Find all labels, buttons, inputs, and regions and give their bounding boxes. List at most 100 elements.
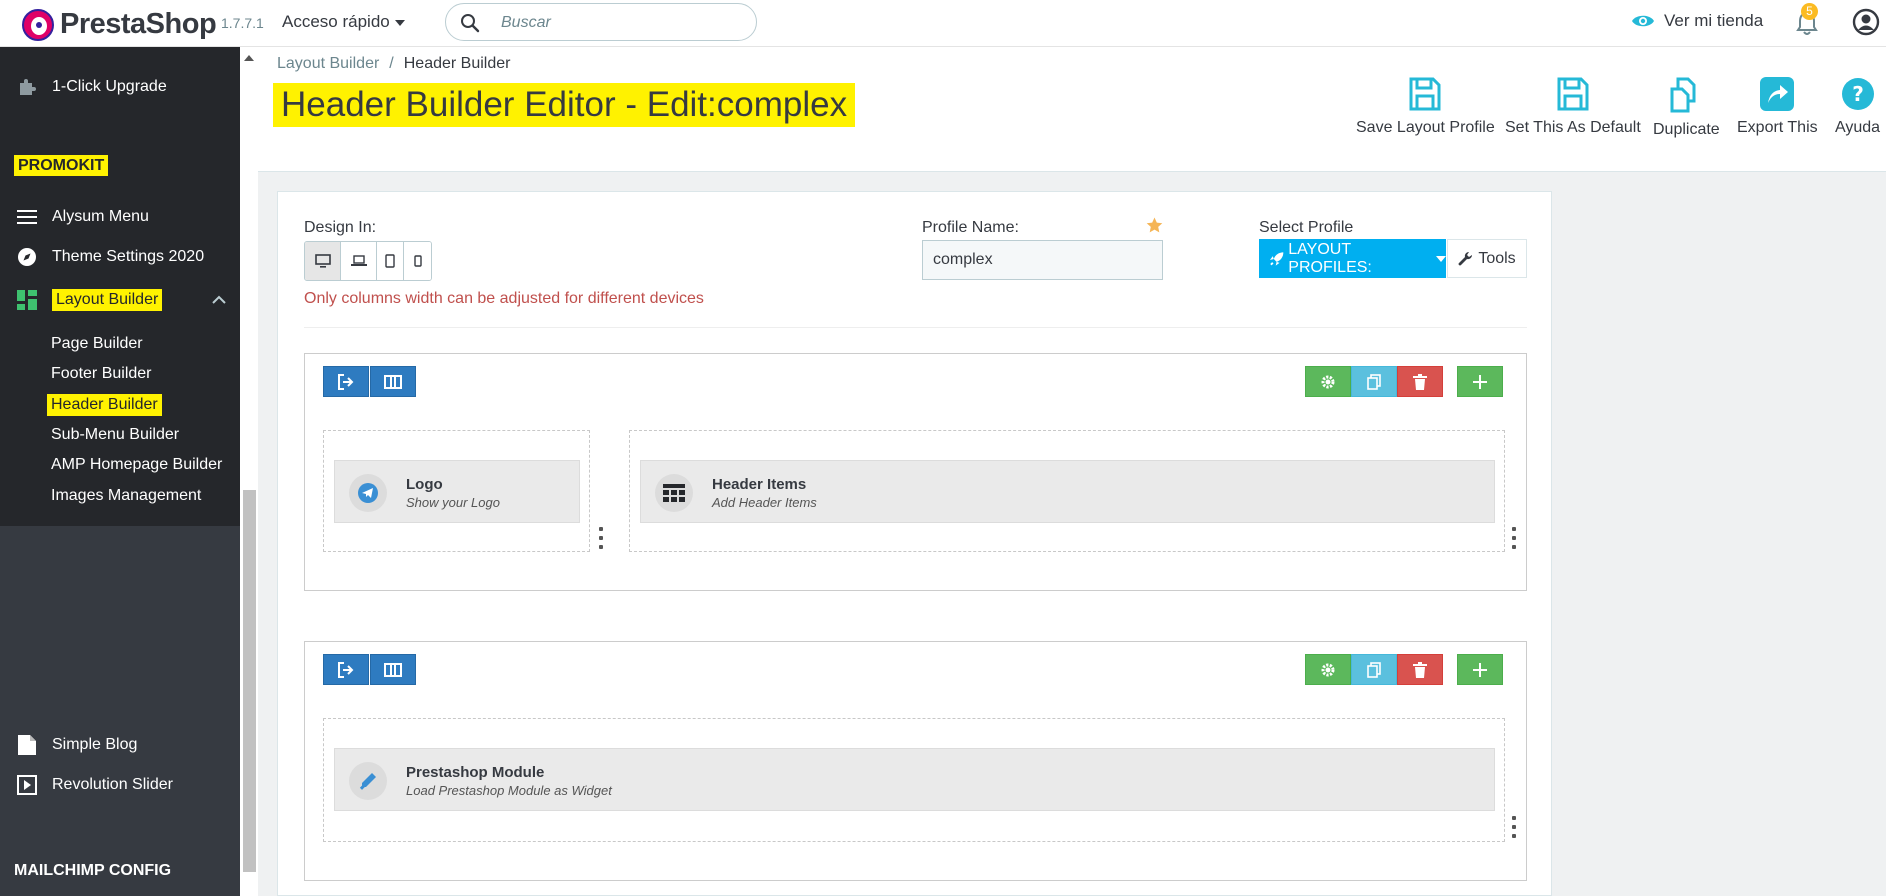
row-add-column-button[interactable] [1457,654,1503,685]
column-resize-handle[interactable] [599,527,603,549]
gear-icon [1321,663,1335,676]
help-button[interactable]: ? Ayuda [1835,77,1880,137]
account-icon[interactable] [1852,8,1880,36]
device-selector [304,241,432,281]
row-columns-button[interactable] [370,366,416,397]
widget-title: Logo [406,476,443,493]
section-promokit-label: PROMOKIT [14,155,109,176]
profile-name-input[interactable] [922,240,1163,280]
device-tablet-button[interactable] [377,242,404,280]
brand-name: PrestaShop [60,8,217,40]
tablet-icon [385,254,395,268]
section-promokit: PROMOKIT [0,155,240,176]
sidebar-item-label: Alysum Menu [52,208,149,225]
chevron-up-icon[interactable] [212,295,226,304]
sign-out-icon [338,661,354,678]
scrollbar-thumb[interactable] [243,490,256,872]
sidebar-item-revolution-slider[interactable]: Revolution Slider [0,770,240,800]
widget-prestashop-module[interactable]: Prestashop Module Load Prestashop Module… [334,748,1495,811]
play-square-icon [16,774,38,796]
column-resize-handle[interactable] [1512,816,1516,838]
menu-icon [16,206,38,228]
design-in-label: Design In: [304,219,377,236]
row-duplicate-button[interactable] [1351,654,1397,685]
row-add-column-button[interactable] [1457,366,1503,397]
star-icon[interactable] [1146,217,1163,234]
breadcrumb-link[interactable]: Layout Builder [277,55,379,72]
rocket-icon [1269,251,1284,266]
row-settings-button[interactable] [1305,654,1351,685]
divider [304,327,1527,328]
row-duplicate-button[interactable] [1351,366,1397,397]
scroll-up-arrow-icon[interactable] [244,55,254,61]
sidebar-item-label: Theme Settings 2020 [52,248,205,265]
dashboard-icon [16,289,38,311]
sidebar-item-upgrade[interactable]: 1-Click Upgrade [0,72,240,102]
device-mobile-button[interactable] [404,242,431,280]
view-shop-link[interactable]: Ver mi tienda [1631,11,1763,31]
row-delete-button[interactable] [1397,654,1443,685]
eye-icon [1632,15,1654,27]
prestashop-logo[interactable]: PrestaShop [22,8,217,41]
row-settings-button[interactable] [1305,366,1351,397]
sidebar: 1-Click Upgrade PROMOKIT Alysum Menu The… [0,47,240,896]
widget-header-items[interactable]: Header Items Add Header Items [640,460,1495,523]
sign-out-icon [338,373,354,390]
sidebar-item-theme-settings[interactable]: Theme Settings 2020 [0,242,240,272]
row-columns-button[interactable] [370,654,416,685]
share-icon [1760,77,1795,111]
select-profile-label: Select Profile [1259,219,1354,236]
submenu-amp-homepage-builder[interactable]: AMP Homepage Builder [51,456,222,474]
layout-row: Logo Show your Logo Header Items Add Hea… [304,353,1527,591]
layout-column: Header Items Add Header Items [629,430,1505,552]
breadcrumb-separator: / [389,55,394,72]
top-bar: PrestaShop 1.7.7.1 Acceso rápido Ver mi … [0,0,1886,47]
sidebar-item-simple-blog[interactable]: Simple Blog [0,730,240,760]
search-icon[interactable] [460,13,480,33]
widget-title: Prestashop Module [406,764,545,781]
row-exit-button[interactable] [323,654,369,685]
layout-row: Prestashop Module Load Prestashop Module… [304,641,1527,881]
sidebar-item-layout-builder[interactable]: Layout Builder [0,279,240,321]
plus-icon [1473,374,1487,389]
layout-profiles-label: LAYOUT PROFILES: [1288,240,1372,276]
sidebar-item-label: Revolution Slider [52,776,173,793]
export-button[interactable]: Export This [1737,77,1818,137]
save-layout-profile-button[interactable]: Save Layout Profile [1356,77,1495,137]
laptop-icon [350,255,367,266]
widget-description: Show your Logo [406,495,500,510]
submenu-page-builder[interactable]: Page Builder [51,335,143,353]
quick-access-dropdown[interactable]: Acceso rápido [282,12,405,32]
plus-icon [1473,662,1487,677]
tools-button[interactable]: Tools [1447,239,1527,278]
device-desktop-button[interactable] [305,242,341,280]
copy-icon [1367,661,1381,678]
view-shop-label: Ver mi tienda [1664,11,1764,30]
save-icon [1557,77,1589,111]
column-resize-handle[interactable] [1512,527,1516,549]
widget-logo[interactable]: Logo Show your Logo [334,460,580,523]
row-exit-button[interactable] [323,366,369,397]
submenu-header-builder[interactable]: Header Builder [47,394,162,416]
row-delete-button[interactable] [1397,366,1443,397]
layout-column: Logo Show your Logo [323,430,590,552]
svg-text:?: ? [1852,82,1864,106]
toolbar-label: Duplicate [1653,121,1720,138]
toolbar-label: Save Layout Profile [1356,119,1495,136]
breadcrumb-current: Header Builder [403,55,511,72]
plug-icon [349,762,387,800]
device-laptop-button[interactable] [341,242,377,280]
sidebar-item-label: 1-Click Upgrade [52,78,167,95]
set-as-default-button[interactable]: Set This As Default [1505,77,1641,137]
submenu-footer-builder[interactable]: Footer Builder [51,365,152,383]
toolbar-label: Export This [1737,119,1818,136]
desktop-icon [314,254,331,268]
submenu-images-management[interactable]: Images Management [51,487,201,505]
layout-profiles-dropdown[interactable]: LAYOUT PROFILES: [1259,239,1446,278]
sidebar-item-alysum-menu[interactable]: Alysum Menu [0,202,240,232]
search-input[interactable] [501,11,741,35]
submenu-sub-menu-builder[interactable]: Sub-Menu Builder [51,426,179,444]
duplicate-button[interactable]: Duplicate [1653,77,1720,139]
columns-icon [384,374,402,389]
toolbar-label: Set This As Default [1505,119,1641,136]
